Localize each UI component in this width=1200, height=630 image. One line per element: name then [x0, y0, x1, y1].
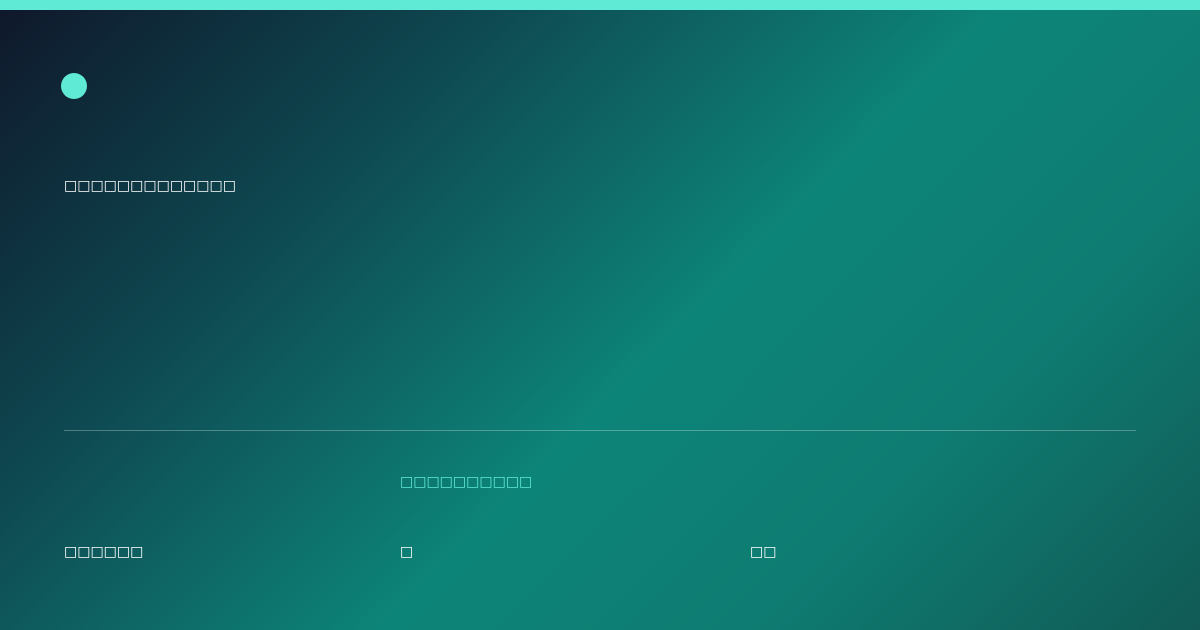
footer-accent-text: □□□□□□□□□□ [400, 474, 533, 490]
footer-right-text: □□ [750, 544, 777, 560]
logo-dot-icon [61, 73, 87, 99]
social-card: □□□□□□□□□□□□□ □□□□□□□□□□ □□□□□□ □ □□ [0, 0, 1200, 630]
footer-left-text: □□□□□□ [64, 544, 144, 560]
divider [64, 430, 1136, 431]
headline-text: □□□□□□□□□□□□□ [64, 178, 236, 194]
top-accent-bar [0, 0, 1200, 10]
footer-middle-text: □ [400, 544, 414, 560]
